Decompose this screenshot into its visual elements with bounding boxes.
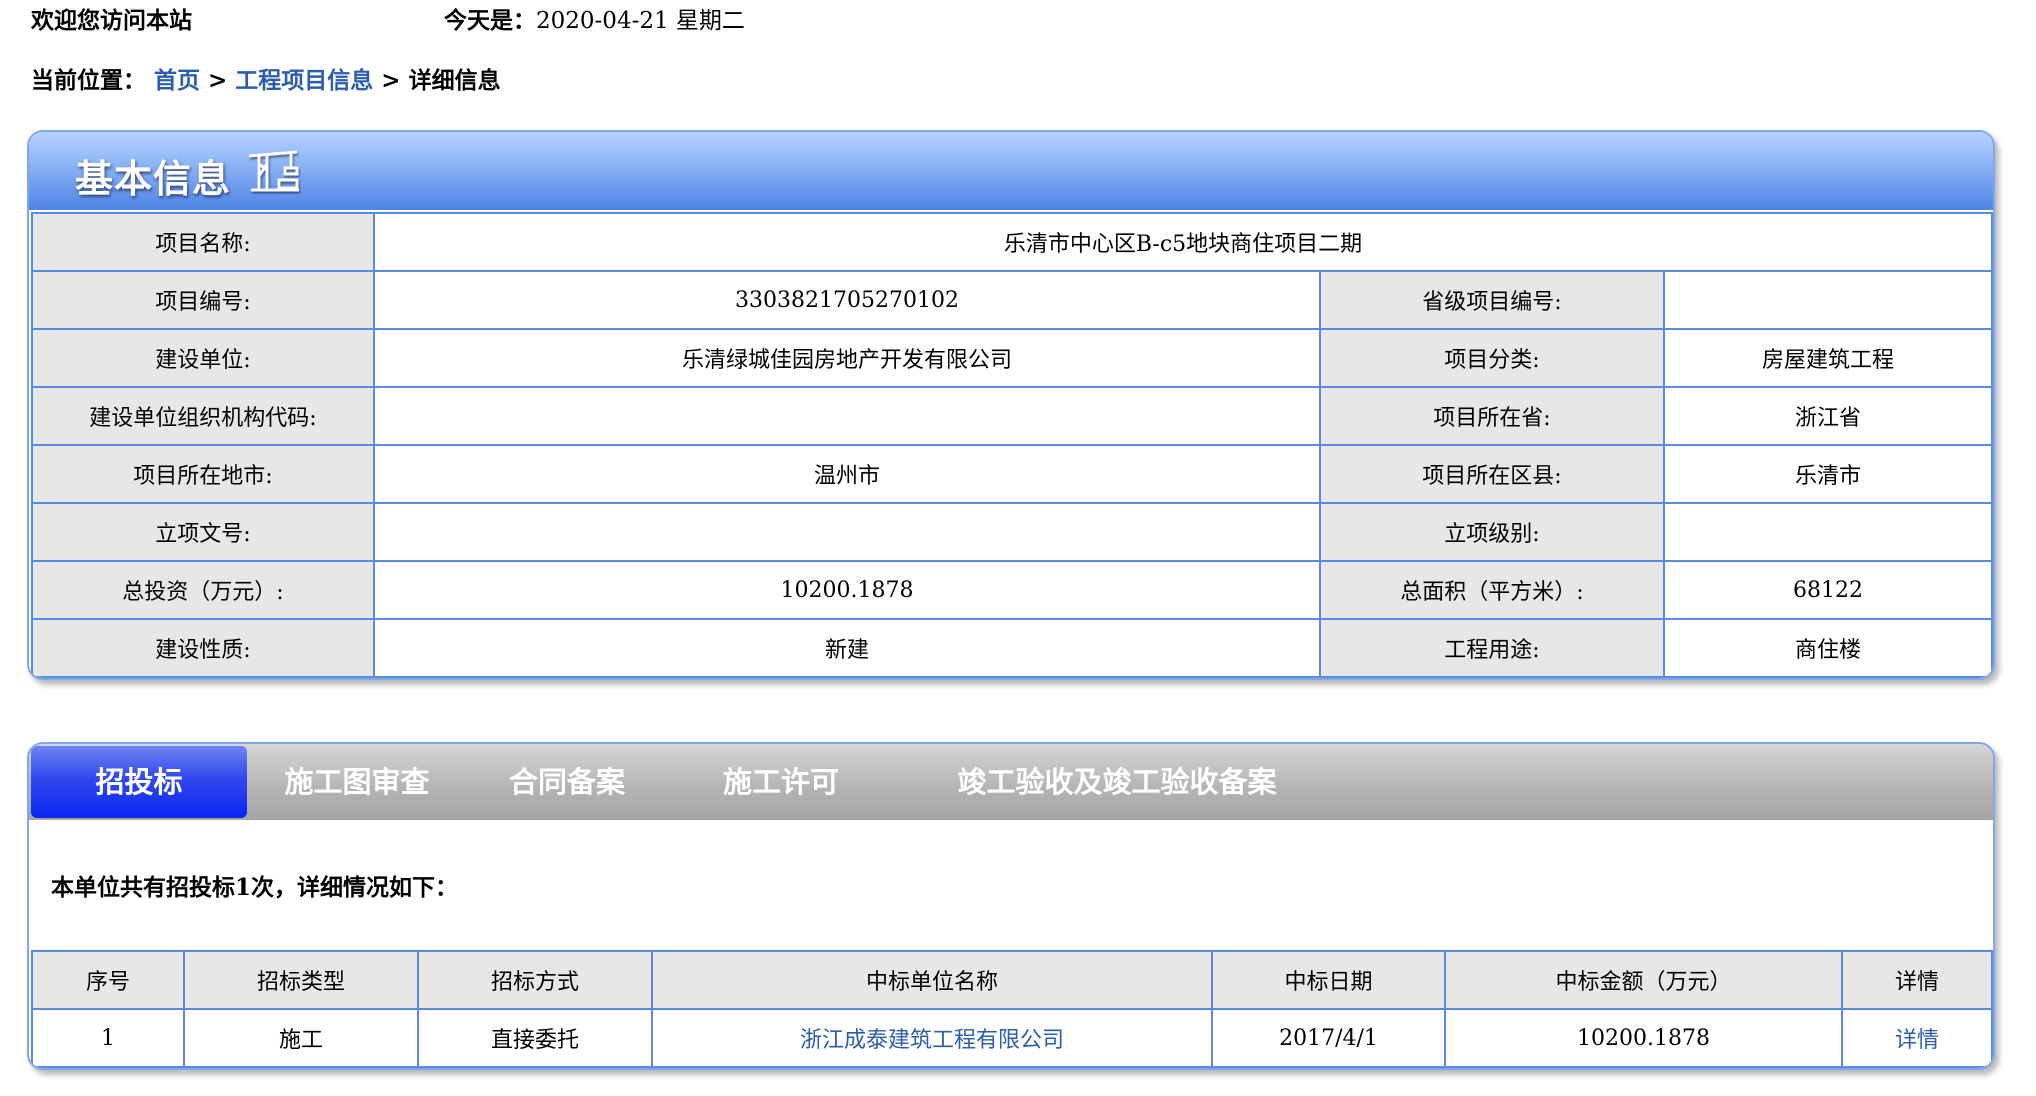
info-value: 68122 (1663, 560, 1993, 620)
basic-info-panel: 基本信息 项目名称: 乐清市中心区B-c5地块商住项目二期 项目编号: 3303… (27, 130, 1995, 680)
info-label: 省级项目编号: (1319, 270, 1665, 330)
details-link[interactable]: 详情 (1841, 1008, 1993, 1068)
tab-bar: 招投标 施工图审查 合同备案 施工许可 竣工验收及竣工验收备案 (29, 744, 1993, 820)
info-label: 项目所在区县: (1319, 444, 1665, 504)
basic-info-header: 基本信息 (29, 132, 1993, 210)
info-row: 建设单位组织机构代码: 项目所在省: 浙江省 (31, 386, 1993, 446)
info-value: 商住楼 (1663, 618, 1993, 678)
info-value: 10200.1878 (373, 560, 1321, 620)
date-prefix: 今天是： (444, 7, 536, 34)
info-label: 工程用途: (1319, 618, 1665, 678)
bidding-summary: 本单位共有招投标1次，详细情况如下： (51, 874, 459, 901)
breadcrumb-separator: > (208, 67, 228, 94)
tab-drawing-review[interactable]: 施工图审查 (267, 744, 447, 820)
info-value: 乐清市中心区B-c5地块商住项目二期 (373, 212, 1993, 272)
info-row: 总投资（万元）: 10200.1878 总面积（平方米）: 68122 (31, 560, 1993, 620)
info-value: 浙江省 (1663, 386, 1993, 446)
info-row: 项目名称: 乐清市中心区B-c5地块商住项目二期 (31, 212, 1993, 272)
column-header: 招标方式 (417, 950, 653, 1010)
breadcrumb-home-link[interactable]: 首页 (154, 67, 200, 94)
column-header: 详情 (1841, 950, 1993, 1010)
winning-company-link[interactable]: 浙江成泰建筑工程有限公司 (651, 1008, 1213, 1068)
info-label: 总投资（万元）: (31, 560, 375, 620)
column-header: 招标类型 (183, 950, 419, 1010)
bidding-table: 序号 招标类型 招标方式 中标单位名称 中标日期 中标金额（万元） 详情 1 施… (31, 950, 1993, 1068)
info-value: 乐清绿城佳园房地产开发有限公司 (373, 328, 1321, 388)
info-value (1663, 502, 1993, 562)
info-value: 乐清市 (1663, 444, 1993, 504)
column-header: 序号 (31, 950, 185, 1010)
info-row: 建设性质: 新建 工程用途: 商住楼 (31, 618, 1993, 678)
cell-index: 1 (31, 1008, 185, 1068)
breadcrumb-label: 当前位置： (31, 67, 146, 94)
info-label: 项目所在省: (1319, 386, 1665, 446)
info-value: 新建 (373, 618, 1321, 678)
info-value (1663, 270, 1993, 330)
column-header: 中标日期 (1211, 950, 1446, 1010)
tab-contract-filing[interactable]: 合同备案 (487, 744, 647, 820)
info-row: 立项文号: 立项级别: (31, 502, 1993, 562)
tabs-panel: 招投标 施工图审查 合同备案 施工许可 竣工验收及竣工验收备案 本单位共有招投标… (27, 742, 1995, 1070)
info-value (373, 502, 1321, 562)
cell-bid-type: 施工 (183, 1008, 419, 1068)
info-label: 建设性质: (31, 618, 375, 678)
info-label: 立项文号: (31, 502, 375, 562)
date-value: 2020-04-21 星期二 (536, 8, 745, 34)
info-label: 项目所在地市: (31, 444, 375, 504)
table-row: 1 施工 直接委托 浙江成泰建筑工程有限公司 2017/4/1 10200.18… (31, 1008, 1993, 1068)
tab-bidding[interactable]: 招投标 (31, 746, 247, 818)
info-label: 项目编号: (31, 270, 375, 330)
column-header: 中标金额（万元） (1444, 950, 1843, 1010)
table-header-row: 序号 招标类型 招标方式 中标单位名称 中标日期 中标金额（万元） 详情 (31, 950, 1993, 1010)
info-label: 项目分类: (1319, 328, 1665, 388)
info-row: 建设单位: 乐清绿城佳园房地产开发有限公司 项目分类: 房屋建筑工程 (31, 328, 1993, 388)
info-row: 项目所在地市: 温州市 项目所在区县: 乐清市 (31, 444, 1993, 504)
breadcrumb-project-info-link[interactable]: 工程项目信息 (235, 67, 373, 94)
cell-win-date: 2017/4/1 (1211, 1008, 1446, 1068)
info-value: 房屋建筑工程 (1663, 328, 1993, 388)
welcome-text: 欢迎您访问本站 (31, 7, 192, 34)
date-display: 今天是：2020-04-21 星期二 (444, 6, 745, 36)
column-header: 中标单位名称 (651, 950, 1213, 1010)
info-value: 3303821705270102 (373, 270, 1321, 330)
info-label: 立项级别: (1319, 502, 1665, 562)
tab-construction-permit[interactable]: 施工许可 (701, 744, 861, 820)
info-value: 温州市 (373, 444, 1321, 504)
basic-info-title: 基本信息 (75, 156, 232, 201)
tab-completion-acceptance[interactable]: 竣工验收及竣工验收备案 (947, 744, 1287, 820)
info-label: 总面积（平方米）: (1319, 560, 1665, 620)
basic-info-table: 项目名称: 乐清市中心区B-c5地块商住项目二期 项目编号: 330382170… (31, 212, 1993, 678)
breadcrumb: 当前位置： 首页 > 工程项目信息 > 详细信息 (31, 66, 501, 96)
info-label: 项目名称: (31, 212, 375, 272)
crane-icon (245, 146, 301, 198)
info-label: 建设单位组织机构代码: (31, 386, 375, 446)
breadcrumb-separator: > (381, 67, 401, 94)
info-value (373, 386, 1321, 446)
cell-win-amount: 10200.1878 (1444, 1008, 1843, 1068)
info-label: 建设单位: (31, 328, 375, 388)
breadcrumb-current: 详细信息 (408, 67, 501, 94)
info-row: 项目编号: 3303821705270102 省级项目编号: (31, 270, 1993, 330)
cell-bid-method: 直接委托 (417, 1008, 653, 1068)
